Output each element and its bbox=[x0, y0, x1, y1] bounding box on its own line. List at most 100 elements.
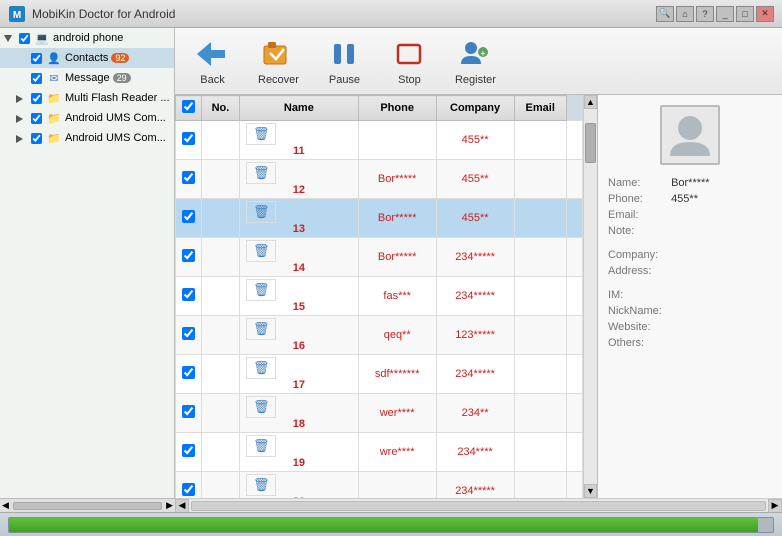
delete-icon[interactable]: 🗑 bbox=[253, 477, 270, 492]
avatar-area bbox=[608, 105, 772, 165]
delete-cell[interactable]: 🗑 bbox=[246, 475, 276, 496]
row-company-cell bbox=[514, 472, 566, 499]
delete-icon[interactable]: 🗑 bbox=[253, 126, 270, 141]
row-number: 18 bbox=[293, 418, 305, 430]
row-checkbox[interactable] bbox=[182, 132, 195, 145]
scroll-up-arrow[interactable]: ▲ bbox=[584, 95, 597, 109]
avatar-box bbox=[660, 105, 720, 165]
sidebar-item-contacts[interactable]: 👤 Contacts 92 bbox=[0, 48, 174, 68]
sidebar-checkbox-contacts[interactable] bbox=[31, 52, 42, 63]
delete-cell[interactable]: 🗑 bbox=[246, 163, 276, 184]
sidebar-item-android-phone[interactable]: 💻 android phone bbox=[0, 28, 174, 48]
delete-icon[interactable]: 🗑 bbox=[253, 243, 270, 258]
delete-cell[interactable]: 🗑 bbox=[246, 124, 276, 145]
expand-icon[interactable] bbox=[16, 133, 28, 143]
table-container[interactable]: No. Name Phone Company Email 🗑11455**🗑12… bbox=[175, 95, 583, 498]
progress-bar bbox=[9, 518, 758, 532]
expand-icon[interactable] bbox=[16, 113, 28, 123]
table-row[interactable]: 🗑20234***** bbox=[176, 472, 583, 499]
row-no-cell: 🗑 18 bbox=[239, 394, 358, 433]
table-row[interactable]: 🗑16qeq**123***** bbox=[176, 316, 583, 355]
deleted-phone: 234***** bbox=[455, 290, 495, 302]
delete-cell[interactable]: 🗑 bbox=[246, 280, 276, 301]
sidebar-checkbox-multi-flash[interactable] bbox=[31, 92, 42, 103]
row-checkbox[interactable] bbox=[182, 444, 195, 457]
delete-icon[interactable]: 🗑 bbox=[253, 438, 270, 453]
back-button[interactable]: Back bbox=[185, 32, 240, 90]
row-checkbox[interactable] bbox=[182, 210, 195, 223]
sidebar-item-ums2[interactable]: 📁 Android UMS Com... bbox=[0, 128, 174, 148]
table-row[interactable]: 🗑15fas***234***** bbox=[176, 277, 583, 316]
table-row[interactable]: 🗑13Bor*****455** bbox=[176, 199, 583, 238]
row-company-cell bbox=[514, 199, 566, 238]
delete-icon[interactable]: 🗑 bbox=[253, 165, 270, 180]
row-company-cell bbox=[514, 433, 566, 472]
row-number: 14 bbox=[293, 262, 305, 274]
delete-cell[interactable]: 🗑 bbox=[246, 202, 276, 223]
sidebar-checkbox-message[interactable] bbox=[31, 72, 42, 83]
scroll-left-arrow[interactable]: ◀ bbox=[2, 500, 9, 511]
contacts-icon: 👤 bbox=[46, 51, 62, 65]
expand-icon[interactable] bbox=[16, 93, 28, 103]
detail-email-row: Email: bbox=[608, 209, 772, 221]
delete-cell[interactable]: 🗑 bbox=[246, 319, 276, 340]
row-name-cell: wer**** bbox=[358, 394, 436, 433]
table-row[interactable]: 🗑19wre****234**** bbox=[176, 433, 583, 472]
help-btn[interactable]: ? bbox=[696, 6, 714, 22]
hscroll-right-arrow[interactable]: ▶ bbox=[768, 499, 782, 513]
sidebar-checkbox-android-phone[interactable] bbox=[19, 32, 30, 43]
row-checkbox[interactable] bbox=[182, 366, 195, 379]
search-btn[interactable]: 🔍 bbox=[656, 6, 674, 22]
hscroll-left-arrow[interactable]: ◀ bbox=[175, 499, 189, 513]
hscroll-track[interactable] bbox=[191, 501, 766, 511]
sidebar: 💻 android phone 👤 Contacts 92 ✉ Message … bbox=[0, 28, 175, 512]
expand-icon[interactable] bbox=[4, 33, 16, 43]
sidebar-item-message[interactable]: ✉ Message 29 bbox=[0, 68, 174, 88]
delete-icon[interactable]: 🗑 bbox=[253, 360, 270, 375]
recover-label: Recover bbox=[258, 74, 299, 86]
deleted-name: qeq** bbox=[384, 329, 411, 341]
select-all-checkbox[interactable] bbox=[182, 100, 195, 113]
scroll-thumb[interactable] bbox=[585, 123, 596, 163]
row-no-cell: 🗑 14 bbox=[239, 238, 358, 277]
delete-cell[interactable]: 🗑 bbox=[246, 397, 276, 418]
row-checkbox[interactable] bbox=[182, 405, 195, 418]
delete-cell[interactable]: 🗑 bbox=[246, 436, 276, 457]
close-btn[interactable]: ✕ bbox=[756, 6, 774, 22]
delete-icon[interactable]: 🗑 bbox=[253, 204, 270, 219]
row-checkbox[interactable] bbox=[182, 288, 195, 301]
row-checkbox-cell bbox=[176, 238, 202, 277]
row-checkbox-cell bbox=[176, 433, 202, 472]
home-btn[interactable]: ⌂ bbox=[676, 6, 694, 22]
col-header-name: Name bbox=[239, 96, 358, 121]
recover-button[interactable]: Recover bbox=[250, 32, 307, 90]
sidebar-checkbox-ums2[interactable] bbox=[31, 132, 42, 143]
delete-icon[interactable]: 🗑 bbox=[253, 282, 270, 297]
scroll-down-arrow[interactable]: ▼ bbox=[584, 484, 597, 498]
delete-cell[interactable]: 🗑 bbox=[246, 358, 276, 379]
delete-icon[interactable]: 🗑 bbox=[253, 321, 270, 336]
delete-icon[interactable]: 🗑 bbox=[253, 399, 270, 414]
row-name-cell: qeq** bbox=[358, 316, 436, 355]
sidebar-item-multi-flash[interactable]: 📁 Multi Flash Reader ... bbox=[0, 88, 174, 108]
table-row[interactable]: 🗑12Bor*****455** bbox=[176, 160, 583, 199]
table-row[interactable]: 🗑18wer****234** bbox=[176, 394, 583, 433]
sidebar-item-ums1[interactable]: 📁 Android UMS Com... bbox=[0, 108, 174, 128]
row-checkbox[interactable] bbox=[182, 249, 195, 262]
scroll-right-arrow[interactable]: ▶ bbox=[166, 500, 173, 511]
minimize-btn[interactable]: _ bbox=[716, 6, 734, 22]
sidebar-checkbox-ums1[interactable] bbox=[31, 112, 42, 123]
table-row[interactable]: 🗑14Bor*****234***** bbox=[176, 238, 583, 277]
pause-button[interactable]: Pause bbox=[317, 32, 372, 90]
row-checkbox[interactable] bbox=[182, 483, 195, 496]
row-checkbox[interactable] bbox=[182, 171, 195, 184]
register-button[interactable]: + Register bbox=[447, 32, 504, 90]
table-row[interactable]: 🗑11455** bbox=[176, 121, 583, 160]
table-row[interactable]: 🗑17sdf*******234***** bbox=[176, 355, 583, 394]
maximize-btn[interactable]: □ bbox=[736, 6, 754, 22]
stop-button[interactable]: Stop bbox=[382, 32, 437, 90]
delete-cell[interactable]: 🗑 bbox=[246, 241, 276, 262]
detail-website-row: Website: bbox=[608, 321, 772, 333]
row-checkbox[interactable] bbox=[182, 327, 195, 340]
scroll-thumb-h[interactable] bbox=[13, 502, 162, 510]
